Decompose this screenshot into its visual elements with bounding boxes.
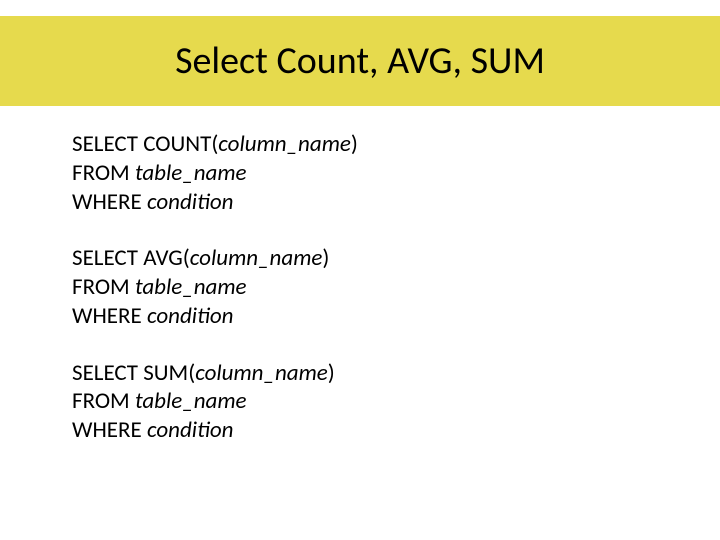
where-keyword: WHERE (72, 302, 147, 330)
select-arg: column_name (195, 359, 328, 387)
content-area: SELECT COUNT(column_name) FROM table_nam… (72, 130, 660, 473)
title-band: Select Count, AVG, SUM (0, 16, 720, 106)
select-close: ) (322, 244, 329, 272)
select-line: SELECT AVG(column_name) (72, 244, 660, 273)
select-arg: column_name (218, 130, 351, 158)
select-line: SELECT COUNT(column_name) (72, 130, 660, 159)
from-keyword: FROM (72, 273, 135, 301)
where-keyword: WHERE (72, 188, 147, 216)
from-line: FROM table_name (72, 387, 660, 416)
from-line: FROM table_name (72, 273, 660, 302)
from-arg: table_name (135, 273, 247, 301)
where-line: WHERE condition (72, 188, 660, 217)
where-arg: condition (147, 302, 234, 330)
from-keyword: FROM (72, 387, 135, 415)
slide-title: Select Count, AVG, SUM (175, 38, 545, 84)
select-arg: column_name (190, 244, 323, 272)
where-keyword: WHERE (72, 416, 147, 444)
where-arg: condition (147, 188, 234, 216)
select-close: ) (351, 130, 358, 158)
sql-block-count: SELECT COUNT(column_name) FROM table_nam… (72, 130, 660, 216)
sql-block-avg: SELECT AVG(column_name) FROM table_name … (72, 244, 660, 330)
from-arg: table_name (135, 387, 247, 415)
select-close: ) (328, 359, 335, 387)
select-line: SELECT SUM(column_name) (72, 359, 660, 388)
from-arg: table_name (135, 159, 247, 187)
where-line: WHERE condition (72, 416, 660, 445)
sql-block-sum: SELECT SUM(column_name) FROM table_name … (72, 359, 660, 445)
from-line: FROM table_name (72, 159, 660, 188)
where-line: WHERE condition (72, 302, 660, 331)
from-keyword: FROM (72, 159, 135, 187)
where-arg: condition (147, 416, 234, 444)
select-keyword: SELECT SUM( (72, 359, 195, 387)
select-keyword: SELECT AVG( (72, 244, 190, 272)
select-keyword: SELECT COUNT( (72, 130, 218, 158)
